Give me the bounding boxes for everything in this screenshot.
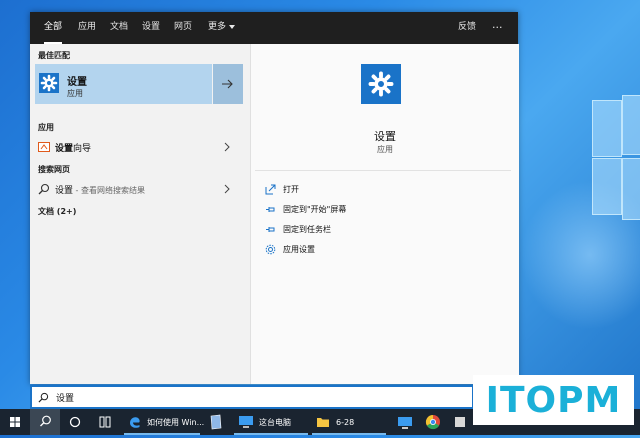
best-match-subtitle: 应用 <box>67 89 83 98</box>
open-icon <box>265 184 276 195</box>
search-icon <box>40 415 51 427</box>
taskbar-app-remote[interactable] <box>392 409 418 435</box>
more-options-button[interactable]: ··· <box>492 12 503 44</box>
pin-icon <box>266 227 275 232</box>
web-search-label-bold: 设置 <box>55 186 74 196</box>
search-flyout: 全部 应用 文档 设置 网页 更多 反馈 ··· 最佳匹配 设置 应用 应用 设… <box>30 12 519 384</box>
section-documents[interactable]: 文档 (2+) <box>38 206 76 217</box>
preview-title: 设置 <box>374 130 396 143</box>
action-app-settings-label: 应用设置 <box>283 245 315 254</box>
section-apps: 应用 <box>38 123 54 132</box>
preview-subtitle: 应用 <box>377 145 393 154</box>
taskbar-app-extra[interactable] <box>448 409 472 435</box>
edge-icon <box>130 417 140 428</box>
tab-settings[interactable]: 设置 <box>142 12 160 44</box>
pin-icon <box>266 207 275 212</box>
search-icon <box>38 183 50 195</box>
chrome-icon <box>425 414 440 430</box>
taskbar-app-folder-label: 6-28 <box>336 417 355 427</box>
notepad-icon <box>210 414 222 430</box>
feedback-link[interactable]: 反馈 <box>458 12 476 44</box>
search-icon <box>38 392 49 403</box>
web-search-label: 设置 - 查看网络搜索结果 <box>55 183 145 196</box>
taskbar-app-folder[interactable]: 6-28 <box>312 409 386 435</box>
arrow-right-icon <box>222 79 233 89</box>
search-input[interactable]: 设置 <box>56 391 74 404</box>
open-arrow-button[interactable] <box>212 64 243 104</box>
settings-app-icon-large <box>361 64 401 104</box>
web-search-label-rest: - 查看网络搜索结果 <box>73 186 145 195</box>
filter-bar: 全部 应用 文档 设置 网页 更多 反馈 ··· <box>30 12 518 44</box>
divider <box>255 170 511 171</box>
settings-app-icon <box>39 73 59 93</box>
action-pin-taskbar-label: 固定到任务栏 <box>283 225 331 234</box>
section-web: 搜索网页 <box>38 165 70 174</box>
app-icon <box>455 417 465 427</box>
wizard-icon <box>38 142 50 152</box>
list-item-setup-wizard[interactable]: 设置向导 <box>35 137 243 157</box>
start-button[interactable] <box>0 409 30 435</box>
setup-wizard-label-rest: 向导 <box>73 144 92 154</box>
computer-icon <box>239 416 253 428</box>
setup-wizard-label-bold: 设置 <box>55 144 74 154</box>
tab-documents[interactable]: 文档 <box>110 12 128 44</box>
desktop-windows-logo <box>592 95 640 220</box>
gear-icon <box>265 244 276 255</box>
tab-more[interactable]: 更多 <box>208 12 236 44</box>
taskbar-app-this-pc-label: 这台电脑 <box>259 417 291 427</box>
taskbar-search-button[interactable] <box>30 409 60 435</box>
best-match-result[interactable]: 设置 应用 <box>35 64 243 104</box>
cortana-icon <box>69 416 81 428</box>
taskbar-app-edge[interactable]: 如何使用 Win... <box>124 409 204 435</box>
section-best-match: 最佳匹配 <box>38 51 70 60</box>
watermark-logo: ITOPM <box>473 375 634 425</box>
watermark-text: ITOPM <box>485 379 622 421</box>
windows-icon <box>10 417 20 427</box>
tab-web[interactable]: 网页 <box>174 12 192 44</box>
results-pane: 最佳匹配 设置 应用 应用 设置向导 搜索网页 设置 - 查看网络搜索结果 文档… <box>30 44 250 384</box>
chevron-down-icon <box>229 24 236 29</box>
task-view-button[interactable] <box>90 409 120 435</box>
search-box[interactable]: 设置 <box>30 385 474 409</box>
taskbar-app-this-pc[interactable]: 这台电脑 <box>234 409 308 435</box>
action-pin-start-label: 固定到"开始"屏幕 <box>283 205 347 214</box>
action-open-label: 打开 <box>283 185 299 194</box>
chevron-right-icon <box>224 142 230 152</box>
taskbar-app-notepad[interactable] <box>203 409 229 435</box>
setup-wizard-label: 设置向导 <box>55 141 91 154</box>
task-view-icon <box>99 416 111 428</box>
best-match-title: 设置 <box>67 77 87 88</box>
folder-icon <box>317 418 329 427</box>
taskbar-app-edge-label: 如何使用 Win... <box>147 417 205 427</box>
tab-more-label: 更多 <box>208 22 227 32</box>
taskbar-app-chrome[interactable] <box>420 409 446 435</box>
preview-pane: 设置 应用 打开 固定到"开始"屏幕 固定到任务栏 应用设置 <box>250 44 519 384</box>
list-item-web-search[interactable]: 设置 - 查看网络搜索结果 <box>35 179 243 199</box>
remote-desktop-icon <box>398 417 412 429</box>
cortana-button[interactable] <box>60 409 90 435</box>
chevron-right-icon <box>224 184 230 194</box>
tab-all[interactable]: 全部 <box>44 12 63 44</box>
tab-apps[interactable]: 应用 <box>78 12 96 44</box>
